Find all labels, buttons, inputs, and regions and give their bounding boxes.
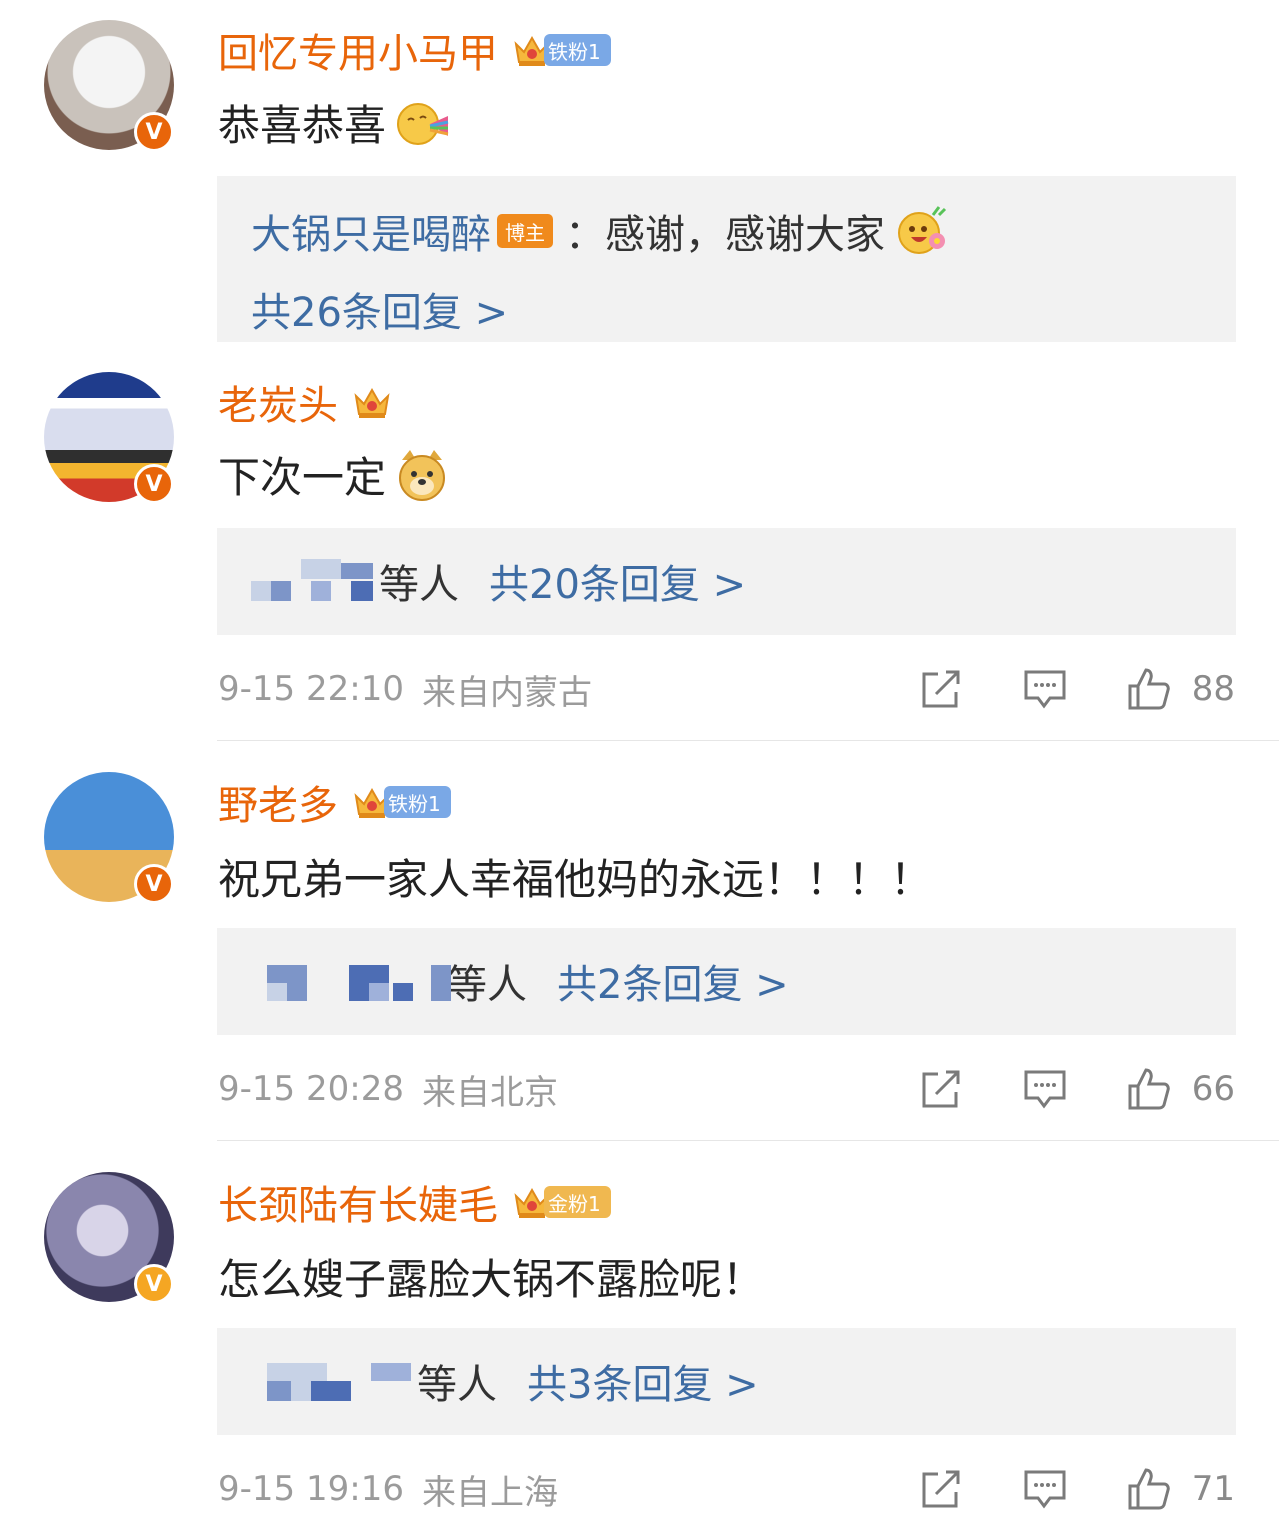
- username[interactable]: 长颈陆有长婕毛 金粉1: [218, 1174, 611, 1230]
- verified-badge-icon: V: [134, 112, 174, 152]
- username[interactable]: 老炭头: [218, 374, 392, 430]
- fan-badge: 金粉1: [544, 1186, 611, 1218]
- host-badge: 博主: [497, 214, 553, 248]
- reply-summary-box[interactable]: 等人 共3条回复 >: [217, 1328, 1236, 1435]
- like-icon: [1126, 666, 1172, 712]
- comment-icon: [1022, 1466, 1068, 1512]
- timestamp: 9-15 20:28: [218, 1069, 404, 1109]
- like-count: 66: [1191, 1069, 1235, 1109]
- crown-icon: [352, 382, 392, 422]
- timestamp: 9-15 19:16: [218, 1469, 404, 1509]
- reply-summary-box[interactable]: 等人 共20条回复 >: [217, 528, 1236, 635]
- comment-actions: 71: [860, 1464, 1235, 1514]
- reply-count-link[interactable]: 共3条回复 >: [527, 1352, 759, 1410]
- kiss-rainbow-emoji-icon: [397, 103, 449, 145]
- share-button[interactable]: [918, 1066, 964, 1112]
- reply-preview-box[interactable]: 大锅只是喝醉 博主 ：感谢，感谢大家 共26条回复 >: [217, 176, 1236, 342]
- share-button[interactable]: [918, 666, 964, 712]
- username-text[interactable]: 长颈陆有长婕毛: [218, 1173, 498, 1231]
- comment-text: 怎么嫂子露脸大锅不露脸呢！: [218, 1254, 765, 1304]
- like-icon: [1126, 1466, 1172, 1512]
- comment-text: 恭喜恭喜: [218, 100, 387, 150]
- blurred-avatars: [251, 557, 373, 605]
- blurred-avatars: [251, 957, 451, 1005]
- reply-count-link[interactable]: 共20条回复 >: [489, 552, 746, 610]
- username[interactable]: 回忆专用小马甲 铁粉1: [218, 22, 611, 78]
- username[interactable]: 野老多 铁粉1: [218, 774, 451, 830]
- like-count: 71: [1191, 1469, 1235, 1509]
- location: 来自北京: [421, 1072, 558, 1113]
- comment-button[interactable]: [1022, 1066, 1068, 1112]
- reply-others-label: 等人: [447, 962, 527, 1008]
- comment-icon: [1022, 1066, 1068, 1112]
- comment-actions: 88: [860, 664, 1235, 714]
- reply-others-label: 等人: [417, 1362, 497, 1408]
- comment-text: 祝兄弟一家人幸福他妈的永远！！！！: [218, 854, 933, 904]
- reply-summary-box[interactable]: 等人 共2条回复 >: [217, 928, 1236, 1035]
- verified-badge-icon: V: [134, 1264, 174, 1304]
- share-icon: [918, 1466, 964, 1512]
- reply-summary-line[interactable]: 等人 共2条回复 >: [251, 952, 789, 1010]
- fan-badge: 铁粉1: [384, 786, 451, 818]
- verified-badge-icon: V: [134, 864, 174, 904]
- comment-text-row: 恭喜恭喜: [218, 92, 450, 152]
- username-text[interactable]: 老炭头: [218, 373, 338, 431]
- reply-summary-line[interactable]: 等人 共20条回复 >: [251, 552, 746, 610]
- comment-icon: [1022, 666, 1068, 712]
- doge-emoji-icon: [399, 450, 446, 501]
- location: 来自内蒙古: [421, 672, 592, 713]
- like-count: 88: [1191, 669, 1235, 709]
- comment-meta: 9-15 22:10 来自内蒙古: [218, 664, 592, 714]
- reply-preview-line[interactable]: 大锅只是喝醉 博主 ：感谢，感谢大家: [251, 202, 949, 260]
- timestamp: 9-15 22:10: [218, 669, 404, 709]
- comment-text-row: 祝兄弟一家人幸福他妈的永远！！！！: [218, 846, 932, 906]
- like-button[interactable]: 66: [1126, 1066, 1235, 1112]
- share-icon: [918, 666, 964, 712]
- reply-text: ：感谢，感谢大家: [565, 212, 885, 258]
- comment-meta: 9-15 19:16 来自上海: [218, 1464, 558, 1514]
- like-icon: [1126, 1066, 1172, 1112]
- like-button[interactable]: 71: [1126, 1466, 1235, 1512]
- comment-text: 下次一定: [218, 452, 387, 502]
- username-text[interactable]: 野老多: [218, 773, 338, 831]
- flower-happy-emoji-icon: [898, 206, 947, 254]
- share-button[interactable]: [918, 1466, 964, 1512]
- verified-badge-icon: V: [134, 464, 174, 504]
- share-icon: [918, 1066, 964, 1112]
- divider: [217, 1140, 1279, 1141]
- reply-summary-line[interactable]: 等人 共3条回复 >: [251, 1352, 759, 1410]
- comment-actions: 66: [860, 1064, 1235, 1114]
- like-button[interactable]: 88: [1126, 666, 1235, 712]
- divider: [217, 740, 1279, 741]
- reply-count-link[interactable]: 共2条回复 >: [557, 952, 789, 1010]
- location: 来自上海: [421, 1472, 558, 1513]
- reply-author[interactable]: 大锅只是喝醉: [251, 202, 491, 260]
- comment-meta: 9-15 20:28 来自北京: [218, 1064, 558, 1114]
- fan-badge: 铁粉1: [544, 34, 611, 66]
- comment-button[interactable]: [1022, 666, 1068, 712]
- blurred-avatars: [251, 1357, 411, 1405]
- username-text[interactable]: 回忆专用小马甲: [218, 21, 498, 79]
- comment-button[interactable]: [1022, 1466, 1068, 1512]
- comment-text-row: 怎么嫂子露脸大锅不露脸呢！: [218, 1246, 764, 1306]
- reply-count-link[interactable]: 共26条回复 >: [251, 280, 508, 338]
- reply-others-label: 等人: [379, 562, 459, 608]
- comment-text-row: 下次一定: [218, 444, 450, 504]
